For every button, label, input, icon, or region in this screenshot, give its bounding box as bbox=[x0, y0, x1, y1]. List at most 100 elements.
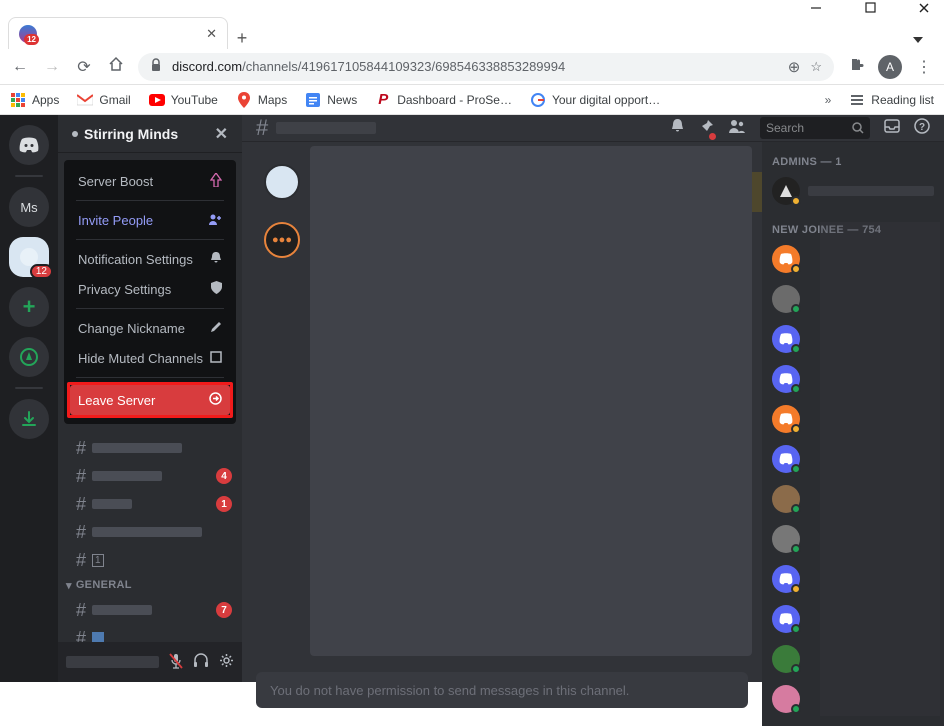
add-server-button[interactable]: + bbox=[9, 287, 49, 327]
channel-item[interactable]: #4 bbox=[58, 462, 242, 490]
discord-home-button[interactable] bbox=[9, 125, 49, 165]
new-tab-button[interactable]: + bbox=[228, 28, 256, 49]
menu-notification-settings[interactable]: Notification Settings bbox=[70, 244, 230, 274]
chat-body: ●●● You do not have permission to send m… bbox=[242, 142, 944, 726]
svg-text:?: ? bbox=[919, 122, 925, 133]
browser-tab[interactable]: 12 ✕ bbox=[8, 17, 228, 49]
channel-item[interactable]: #1 bbox=[58, 490, 242, 518]
bookmark-youtube[interactable]: YouTube bbox=[149, 92, 218, 108]
bookmark-gmail[interactable]: Gmail bbox=[77, 92, 130, 108]
menu-server-boost[interactable]: Server Boost bbox=[70, 166, 230, 196]
bookmark-star-icon[interactable]: ☆ bbox=[810, 59, 822, 75]
message-avatar[interactable]: ●●● bbox=[264, 222, 300, 258]
channel-item[interactable]: # bbox=[58, 624, 242, 642]
member-row[interactable] bbox=[772, 174, 934, 208]
browser-tabstrip: 12 ✕ + bbox=[0, 15, 944, 49]
browser-toolbar: ← → ⟳ discord.com/channels/4196171058441… bbox=[0, 49, 944, 85]
browser-menu-button[interactable]: ⋮ bbox=[914, 57, 934, 77]
notifications-button[interactable] bbox=[670, 118, 685, 138]
status-online-icon bbox=[791, 344, 801, 354]
discord-logo-icon bbox=[778, 413, 794, 425]
explore-servers-button[interactable] bbox=[9, 337, 49, 377]
member-list-button[interactable] bbox=[728, 119, 746, 137]
channel-name-redacted bbox=[92, 605, 152, 615]
pinned-messages-button[interactable] bbox=[699, 119, 714, 138]
menu-hide-muted[interactable]: Hide Muted Channels bbox=[70, 343, 230, 373]
channel-item[interactable]: # bbox=[58, 434, 242, 462]
inbox-button[interactable] bbox=[884, 119, 900, 137]
guild-ms[interactable]: Ms bbox=[9, 187, 49, 227]
url-text: discord.com/channels/419617105844109323/… bbox=[172, 59, 778, 74]
reading-list-button[interactable]: Reading list bbox=[849, 92, 934, 108]
guild-badge: 12 bbox=[30, 264, 53, 279]
help-button[interactable]: ? bbox=[914, 118, 930, 138]
channel-name-redacted bbox=[92, 527, 202, 537]
status-online-icon bbox=[791, 544, 801, 554]
server-header[interactable]: Stirring Minds ✕ bbox=[58, 115, 242, 153]
menu-privacy-settings[interactable]: Privacy Settings bbox=[70, 274, 230, 304]
bookmark-label: Maps bbox=[258, 93, 287, 107]
member-name-redacted bbox=[808, 186, 934, 196]
menu-leave-server[interactable]: Leave Server bbox=[70, 385, 230, 415]
discord-app: Ms 12 + Stirring Minds ✕ Server Boost bbox=[0, 115, 944, 682]
channel-item[interactable]: #1 bbox=[58, 546, 242, 574]
tab-close-button[interactable]: ✕ bbox=[206, 26, 217, 42]
download-apps-button[interactable] bbox=[9, 399, 49, 439]
menu-invite-people[interactable]: Invite People bbox=[70, 205, 230, 235]
address-bar[interactable]: discord.com/channels/419617105844109323/… bbox=[138, 53, 834, 81]
window-close[interactable] bbox=[910, 0, 938, 17]
profile-avatar[interactable]: A bbox=[878, 55, 902, 79]
status-idle-icon bbox=[791, 584, 801, 594]
mute-mic-button[interactable] bbox=[169, 653, 183, 672]
member-avatar bbox=[772, 685, 800, 713]
puzzle-icon bbox=[848, 56, 864, 72]
google-icon bbox=[530, 92, 546, 108]
zoom-icon[interactable]: ⊕ bbox=[788, 58, 801, 76]
bookmark-google[interactable]: Your digital opport… bbox=[530, 92, 660, 108]
back-button[interactable]: ← bbox=[10, 58, 30, 76]
search-input[interactable]: Search bbox=[760, 117, 870, 139]
close-icon bbox=[918, 2, 930, 14]
status-online-icon bbox=[791, 504, 801, 514]
avatar-letter: A bbox=[886, 60, 894, 74]
search-placeholder: Search bbox=[766, 121, 804, 135]
member-avatar bbox=[772, 325, 800, 353]
channel-category[interactable]: ▾GENERAL bbox=[58, 574, 242, 596]
reload-button[interactable]: ⟳ bbox=[74, 57, 94, 77]
channel-item[interactable]: #7 bbox=[58, 596, 242, 624]
menu-label: Change Nickname bbox=[78, 321, 185, 336]
channel-item[interactable]: # bbox=[58, 518, 242, 546]
download-icon bbox=[20, 410, 38, 428]
maximize-icon bbox=[865, 2, 876, 13]
member-avatar bbox=[772, 565, 800, 593]
hash-icon: # bbox=[76, 522, 86, 543]
bookmarks-overflow[interactable]: » bbox=[825, 93, 832, 107]
tab-overflow-icon[interactable] bbox=[900, 34, 936, 49]
apps-shortcut[interactable]: Apps bbox=[10, 92, 59, 108]
member-avatar bbox=[772, 245, 800, 273]
member-avatar bbox=[772, 285, 800, 313]
extensions-button[interactable] bbox=[846, 56, 866, 77]
bookmark-pinterest[interactable]: P Dashboard - ProSe… bbox=[375, 92, 512, 108]
channel-name-redacted bbox=[92, 499, 132, 509]
bookmark-news[interactable]: News bbox=[305, 92, 357, 108]
user-settings-button[interactable] bbox=[219, 653, 234, 672]
menu-divider bbox=[76, 200, 224, 201]
window-minimize[interactable] bbox=[802, 0, 830, 17]
guild-stirring-minds[interactable]: 12 bbox=[9, 237, 49, 277]
menu-change-nickname[interactable]: Change Nickname bbox=[70, 313, 230, 343]
news-icon bbox=[305, 92, 321, 108]
status-idle-icon bbox=[791, 264, 801, 274]
server-menu-close-icon[interactable]: ✕ bbox=[215, 124, 228, 144]
channel-sidebar: Stirring Minds ✕ Server Boost Invite Peo… bbox=[58, 115, 242, 682]
hash-icon: # bbox=[76, 550, 86, 571]
bookmark-maps[interactable]: Maps bbox=[236, 92, 287, 108]
message-avatar[interactable] bbox=[264, 164, 300, 200]
window-maximize[interactable] bbox=[856, 0, 884, 17]
member-avatar bbox=[772, 445, 800, 473]
discord-logo-icon bbox=[778, 373, 794, 385]
home-button[interactable] bbox=[106, 56, 126, 77]
pinterest-icon: P bbox=[375, 92, 391, 108]
deafen-button[interactable] bbox=[193, 653, 209, 672]
maps-icon bbox=[236, 92, 252, 108]
